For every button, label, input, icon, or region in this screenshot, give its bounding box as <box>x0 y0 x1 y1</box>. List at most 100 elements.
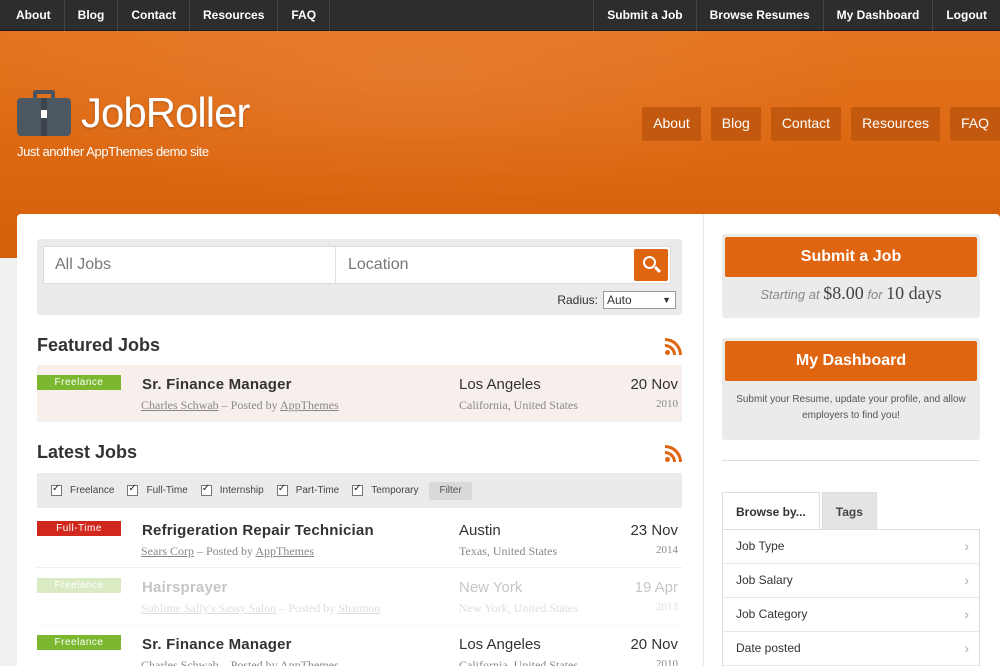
job-search: All Jobs Location Radius: Auto ▼ <box>37 239 682 315</box>
checkbox[interactable] <box>352 483 364 496</box>
topbar-link-submit-job[interactable]: Submit a Job <box>593 0 695 31</box>
job-region: Texas, United States <box>459 544 558 558</box>
filter-temporary[interactable]: Temporary <box>352 483 418 496</box>
job-meta: Charles Schwab – Posted by AppThemes <box>141 658 339 666</box>
my-dashboard-button[interactable]: My Dashboard <box>725 341 977 381</box>
topbar-link-logout[interactable]: Logout <box>932 0 1000 31</box>
poster-link[interactable]: AppThemes <box>280 398 339 412</box>
topbar-link-about[interactable]: About <box>0 0 65 31</box>
price-value: $8.00 <box>823 283 864 303</box>
divider <box>722 460 980 461</box>
filter-full-time[interactable]: Full-Time <box>127 483 188 496</box>
header-nav-faq[interactable]: FAQ <box>949 107 1000 140</box>
browse-item-job-type[interactable]: Job Type › <box>723 530 979 564</box>
featured-jobs-heading: Featured Jobs <box>37 335 161 355</box>
location-input[interactable]: Location <box>337 247 627 283</box>
topbar-link-blog[interactable]: Blog <box>65 0 119 31</box>
job-type-filters: Freelance Full-Time Internship Part-Time… <box>37 473 682 508</box>
latest-jobs-heading: Latest Jobs <box>37 442 138 462</box>
briefcase-icon <box>17 90 71 136</box>
radius-control: Radius: Auto ▼ <box>557 291 676 309</box>
dashboard-panel: My Dashboard Submit your Resume, update … <box>722 338 980 440</box>
company-link[interactable]: Charles Schwab <box>141 398 219 412</box>
header-nav-about[interactable]: About <box>642 107 701 140</box>
filter-button[interactable]: Filter <box>429 481 472 500</box>
job-region: New York, United States <box>459 601 578 615</box>
job-type-badge: Freelance <box>37 578 121 593</box>
submit-job-button[interactable]: Submit a Job <box>725 237 977 277</box>
job-city: New York <box>459 579 523 596</box>
duration-value: 10 days <box>886 283 942 303</box>
header-nav-blog[interactable]: Blog <box>710 107 761 140</box>
radius-label: Radius: <box>557 293 598 307</box>
chevron-right-icon: › <box>964 572 969 588</box>
job-type-badge: Freelance <box>37 375 121 390</box>
top-bar-left-nav: About Blog Contact Resources FAQ <box>0 0 331 31</box>
poster-link[interactable]: Shannon <box>338 601 380 615</box>
checkbox[interactable] <box>51 483 62 496</box>
site-name: JobRoller <box>81 89 250 136</box>
browse-list: Job Type › Job Salary › Job Category › Date… <box>722 529 980 666</box>
job-type-badge: Full-Time <box>37 521 121 536</box>
company-link[interactable]: Sears Corp <box>141 544 194 558</box>
checkbox[interactable] <box>276 483 288 496</box>
job-title[interactable]: Refrigeration Repair Technician <box>142 522 374 539</box>
job-title[interactable]: Sr. Finance Manager <box>142 376 292 393</box>
job-row[interactable]: Freelance Hairsprayer Sublime Sally's Sa… <box>37 568 682 625</box>
job-year: 2010 <box>656 398 678 410</box>
filter-freelance[interactable]: Freelance <box>51 483 114 496</box>
poster-link[interactable]: AppThemes <box>280 658 339 666</box>
job-row[interactable]: Freelance Sr. Finance Manager Charles Sc… <box>37 625 682 666</box>
pricing-text: Starting at $8.00 for 10 days <box>760 283 942 303</box>
chevron-right-icon: › <box>964 538 969 554</box>
submit-job-panel: Submit a Job Starting at $8.00 for 10 da… <box>722 234 980 318</box>
browse-item-date-posted[interactable]: Date posted › <box>723 632 979 666</box>
top-bar-right-nav: Submit a Job Browse Resumes My Dashboard… <box>593 0 1000 31</box>
browse-item-job-salary[interactable]: Job Salary › <box>723 564 979 598</box>
topbar-link-browse-resumes[interactable]: Browse Resumes <box>695 0 823 31</box>
checkbox[interactable] <box>200 483 212 496</box>
job-title[interactable]: Sr. Finance Manager <box>142 636 292 653</box>
keywords-input[interactable]: All Jobs <box>44 247 336 283</box>
job-year: 2010 <box>656 658 678 666</box>
poster-link[interactable]: AppThemes <box>255 544 314 558</box>
job-city: Los Angeles <box>459 376 541 393</box>
topbar-link-contact[interactable]: Contact <box>118 0 190 31</box>
search-box: All Jobs Location <box>43 246 671 284</box>
job-city: Austin <box>459 522 501 539</box>
filter-internship[interactable]: Internship <box>200 483 264 496</box>
chevron-right-icon: › <box>964 606 969 622</box>
filter-part-time[interactable]: Part-Time <box>276 483 339 496</box>
header-nav-resources[interactable]: Resources <box>851 107 940 140</box>
browse-item-job-category[interactable]: Job Category › <box>723 598 979 632</box>
topbar-link-faq[interactable]: FAQ <box>278 0 331 31</box>
job-row[interactable]: Full-Time Refrigeration Repair Technicia… <box>37 511 682 568</box>
checkbox[interactable] <box>127 483 139 496</box>
topbar-link-resources[interactable]: Resources <box>190 0 279 31</box>
radius-select[interactable]: Auto ▼ <box>603 291 676 309</box>
site-logo[interactable]: JobRoller <box>17 89 250 137</box>
job-date: 20 Nov <box>630 376 678 393</box>
browse-tabs: Browse by... Tags <box>722 492 877 530</box>
rss-icon[interactable] <box>665 338 682 355</box>
divider <box>703 214 704 666</box>
job-title[interactable]: Hairsprayer <box>142 579 228 596</box>
company-link[interactable]: Charles Schwab <box>141 658 219 666</box>
topbar-link-my-dashboard[interactable]: My Dashboard <box>822 0 933 31</box>
dashboard-description: Submit your Resume, update your profile,… <box>736 394 966 421</box>
job-region: California, United States <box>459 398 578 412</box>
job-meta: Charles Schwab – Posted by AppThemes <box>141 398 339 412</box>
tab-tags[interactable]: Tags <box>821 492 877 530</box>
job-meta: Sublime Sally's Sassy Salon – Posted by … <box>141 601 381 615</box>
dropdown-arrow-icon: ▼ <box>662 295 671 305</box>
job-date: 23 Nov <box>630 522 678 539</box>
rss-icon[interactable] <box>665 445 682 462</box>
tab-browse-by[interactable]: Browse by... <box>722 492 820 530</box>
featured-job-row[interactable]: Freelance Sr. Finance Manager Charles Sc… <box>37 365 682 422</box>
header-nav-contact[interactable]: Contact <box>770 107 842 140</box>
search-button[interactable] <box>634 249 668 281</box>
job-region: California, United States <box>459 658 578 666</box>
job-year: 2013 <box>656 601 678 613</box>
main-card: All Jobs Location Radius: Auto ▼ Feature… <box>17 214 1000 666</box>
company-link[interactable]: Sublime Sally's Sassy Salon <box>141 601 276 615</box>
